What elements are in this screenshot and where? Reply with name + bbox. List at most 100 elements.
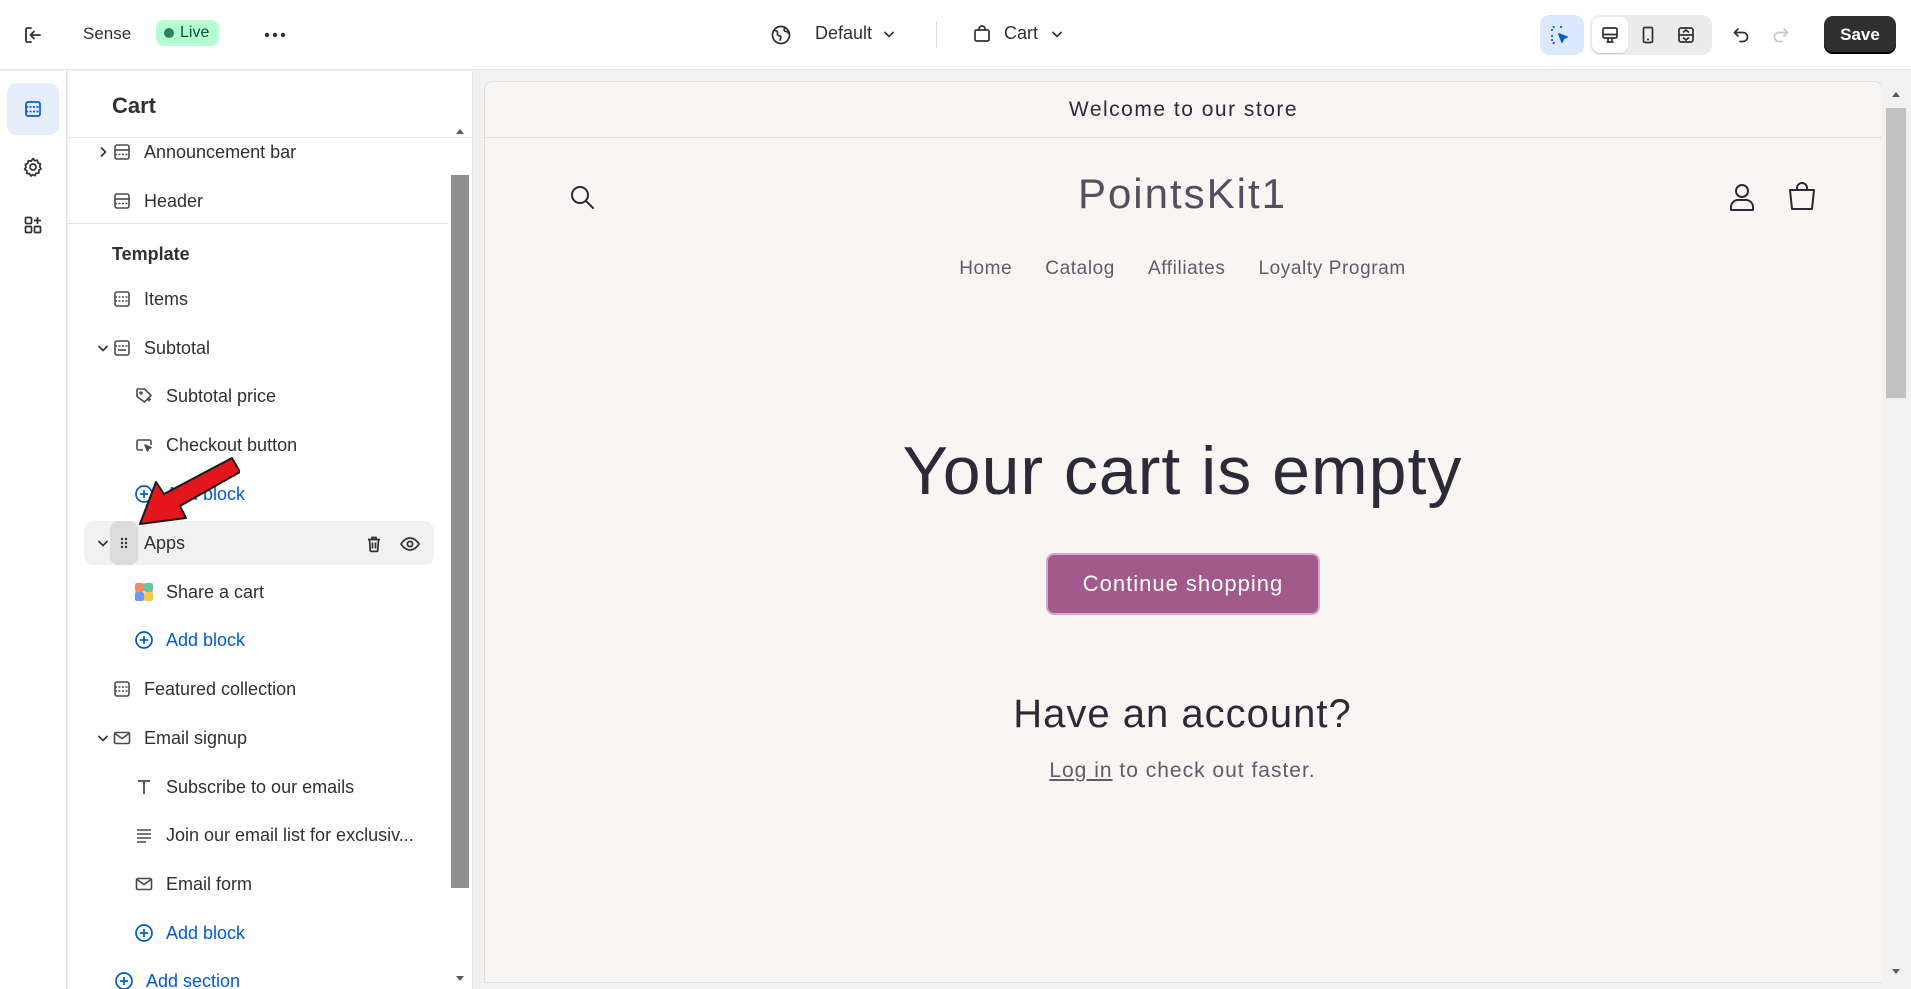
sidebar-title: Cart xyxy=(112,93,157,118)
store-logo[interactable]: PointsKit1 xyxy=(485,170,1880,218)
storefront-preview: Welcome to our store PointsKit1 Home Cat… xyxy=(485,82,1882,982)
sections-icon[interactable] xyxy=(7,83,59,135)
editor-topbar: Sense Live Default Cart Save xyxy=(0,0,1911,70)
section-announcement-bar[interactable]: Announcement bar xyxy=(84,130,434,174)
template-dropdown[interactable]: Default xyxy=(815,23,896,44)
envelope-icon xyxy=(134,874,154,894)
login-suffix: to check out faster. xyxy=(1112,759,1316,782)
empty-cart-heading: Your cart is empty xyxy=(902,433,1463,509)
add-section-label: Add section xyxy=(146,971,241,989)
cart-icon[interactable] xyxy=(1783,178,1821,216)
account-heading: Have an account? xyxy=(1013,692,1352,736)
section-label: Items xyxy=(144,289,189,309)
page-dropdown-label: Cart xyxy=(1004,23,1039,43)
chevron-down-icon xyxy=(1051,30,1063,38)
select-inspector-icon[interactable] xyxy=(1542,17,1578,53)
continue-shopping-button[interactable]: Continue shopping xyxy=(1046,553,1320,615)
chevron-down-icon xyxy=(883,30,895,38)
login-prompt: Log in to check out faster. xyxy=(485,759,1880,783)
inspector-toggle-group xyxy=(1540,15,1584,55)
chevron-down-icon[interactable] xyxy=(96,731,110,745)
add-circle-icon xyxy=(114,971,134,989)
undo-icon[interactable] xyxy=(1726,20,1756,50)
chevron-down-icon[interactable] xyxy=(96,341,110,355)
chevron-right-icon[interactable] xyxy=(96,145,110,159)
add-block-label: Add block xyxy=(166,923,246,943)
live-status-badge: Live xyxy=(156,20,220,46)
section-items[interactable]: Items xyxy=(84,277,434,321)
announcement-bar[interactable]: Welcome to our store xyxy=(485,82,1882,138)
exit-icon[interactable] xyxy=(20,22,46,48)
email-signup-add-block[interactable]: Add block xyxy=(84,911,434,955)
block-label: Share a cart xyxy=(166,582,265,602)
block-label: Email form xyxy=(166,874,253,894)
block-paragraph[interactable]: Join our email list for exclusiv... xyxy=(84,813,434,857)
section-label: Announcement bar xyxy=(144,142,297,162)
redo-icon[interactable] xyxy=(1766,20,1796,50)
price-tag-icon xyxy=(134,386,154,406)
chevron-down-icon[interactable] xyxy=(96,536,110,550)
text-heading-icon xyxy=(134,777,154,797)
desktop-view-icon[interactable] xyxy=(1592,17,1628,53)
apps-add-block[interactable]: Add block xyxy=(84,618,434,662)
shopping-bag-icon xyxy=(974,24,990,42)
app-logo-icon xyxy=(134,582,154,602)
editor-left-rail xyxy=(0,71,67,989)
account-icon[interactable] xyxy=(1725,180,1759,214)
add-circle-icon xyxy=(134,630,154,650)
theme-name: Sense xyxy=(83,24,132,43)
section-icon xyxy=(112,142,132,162)
page-dropdown[interactable]: Cart xyxy=(972,23,1064,44)
viewport-toggle-group xyxy=(1590,15,1712,55)
envelope-icon xyxy=(112,728,132,748)
section-icon xyxy=(112,338,132,358)
section-label: Header xyxy=(144,191,204,211)
mobile-view-icon[interactable] xyxy=(1630,17,1666,53)
text-paragraph-icon xyxy=(134,825,154,845)
save-button[interactable]: Save xyxy=(1824,16,1896,54)
delete-trash-icon[interactable] xyxy=(362,532,386,556)
template-group-label: Template xyxy=(112,244,190,264)
app-embeds-icon[interactable] xyxy=(7,199,59,251)
block-label: Join our email list for exclusiv... xyxy=(166,825,414,845)
theme-settings-gear-icon[interactable] xyxy=(7,141,59,193)
add-block-label: Add block xyxy=(166,630,246,650)
sidebar-scrollbar-thumb[interactable] xyxy=(451,175,469,888)
add-section-button[interactable]: Add section xyxy=(84,959,434,989)
section-icon xyxy=(112,191,132,211)
section-icon xyxy=(112,679,132,699)
announcement-text: Welcome to our store xyxy=(1068,97,1299,121)
section-label: Featured collection xyxy=(144,679,297,699)
globe-icon[interactable] xyxy=(770,24,792,46)
section-featured-collection[interactable]: Featured collection xyxy=(84,667,434,711)
section-subtotal[interactable]: Subtotal xyxy=(84,326,434,370)
visibility-eye-icon[interactable] xyxy=(398,532,422,556)
block-label: Subtotal price xyxy=(166,386,277,406)
login-link[interactable]: Log in xyxy=(1049,759,1112,782)
main-navigation: Home Catalog Affiliates Loyalty Program xyxy=(485,258,1880,280)
section-label: Subtotal xyxy=(144,338,211,358)
more-actions-icon[interactable] xyxy=(260,20,290,50)
block-subtotal-price[interactable]: Subtotal price xyxy=(84,374,434,418)
add-circle-icon xyxy=(134,923,154,943)
topbar-divider xyxy=(936,22,937,48)
block-email-form[interactable]: Email form xyxy=(84,862,434,906)
section-group-divider xyxy=(68,223,448,224)
section-label: Email signup xyxy=(144,728,248,748)
block-share-a-cart[interactable]: Share a cart xyxy=(84,570,434,614)
nav-link-loyalty-program[interactable]: Loyalty Program xyxy=(1258,258,1405,280)
fullscreen-view-icon[interactable] xyxy=(1668,17,1704,53)
nav-link-home[interactable]: Home xyxy=(959,258,1012,280)
section-email-signup[interactable]: Email signup xyxy=(84,716,434,760)
annotation-arrow-icon xyxy=(139,457,240,525)
template-dropdown-label: Default xyxy=(815,23,873,43)
preview-scrollbar-thumb[interactable] xyxy=(1886,108,1906,398)
nav-link-affiliates[interactable]: Affiliates xyxy=(1148,258,1225,280)
section-icon xyxy=(112,289,132,309)
block-heading[interactable]: Subscribe to our emails xyxy=(84,765,434,809)
live-badge-label: Live xyxy=(180,24,210,41)
nav-link-catalog[interactable]: Catalog xyxy=(1045,258,1115,280)
live-dot-icon xyxy=(164,28,174,38)
section-header[interactable]: Header xyxy=(84,179,434,223)
block-label: Subscribe to our emails xyxy=(166,777,355,797)
